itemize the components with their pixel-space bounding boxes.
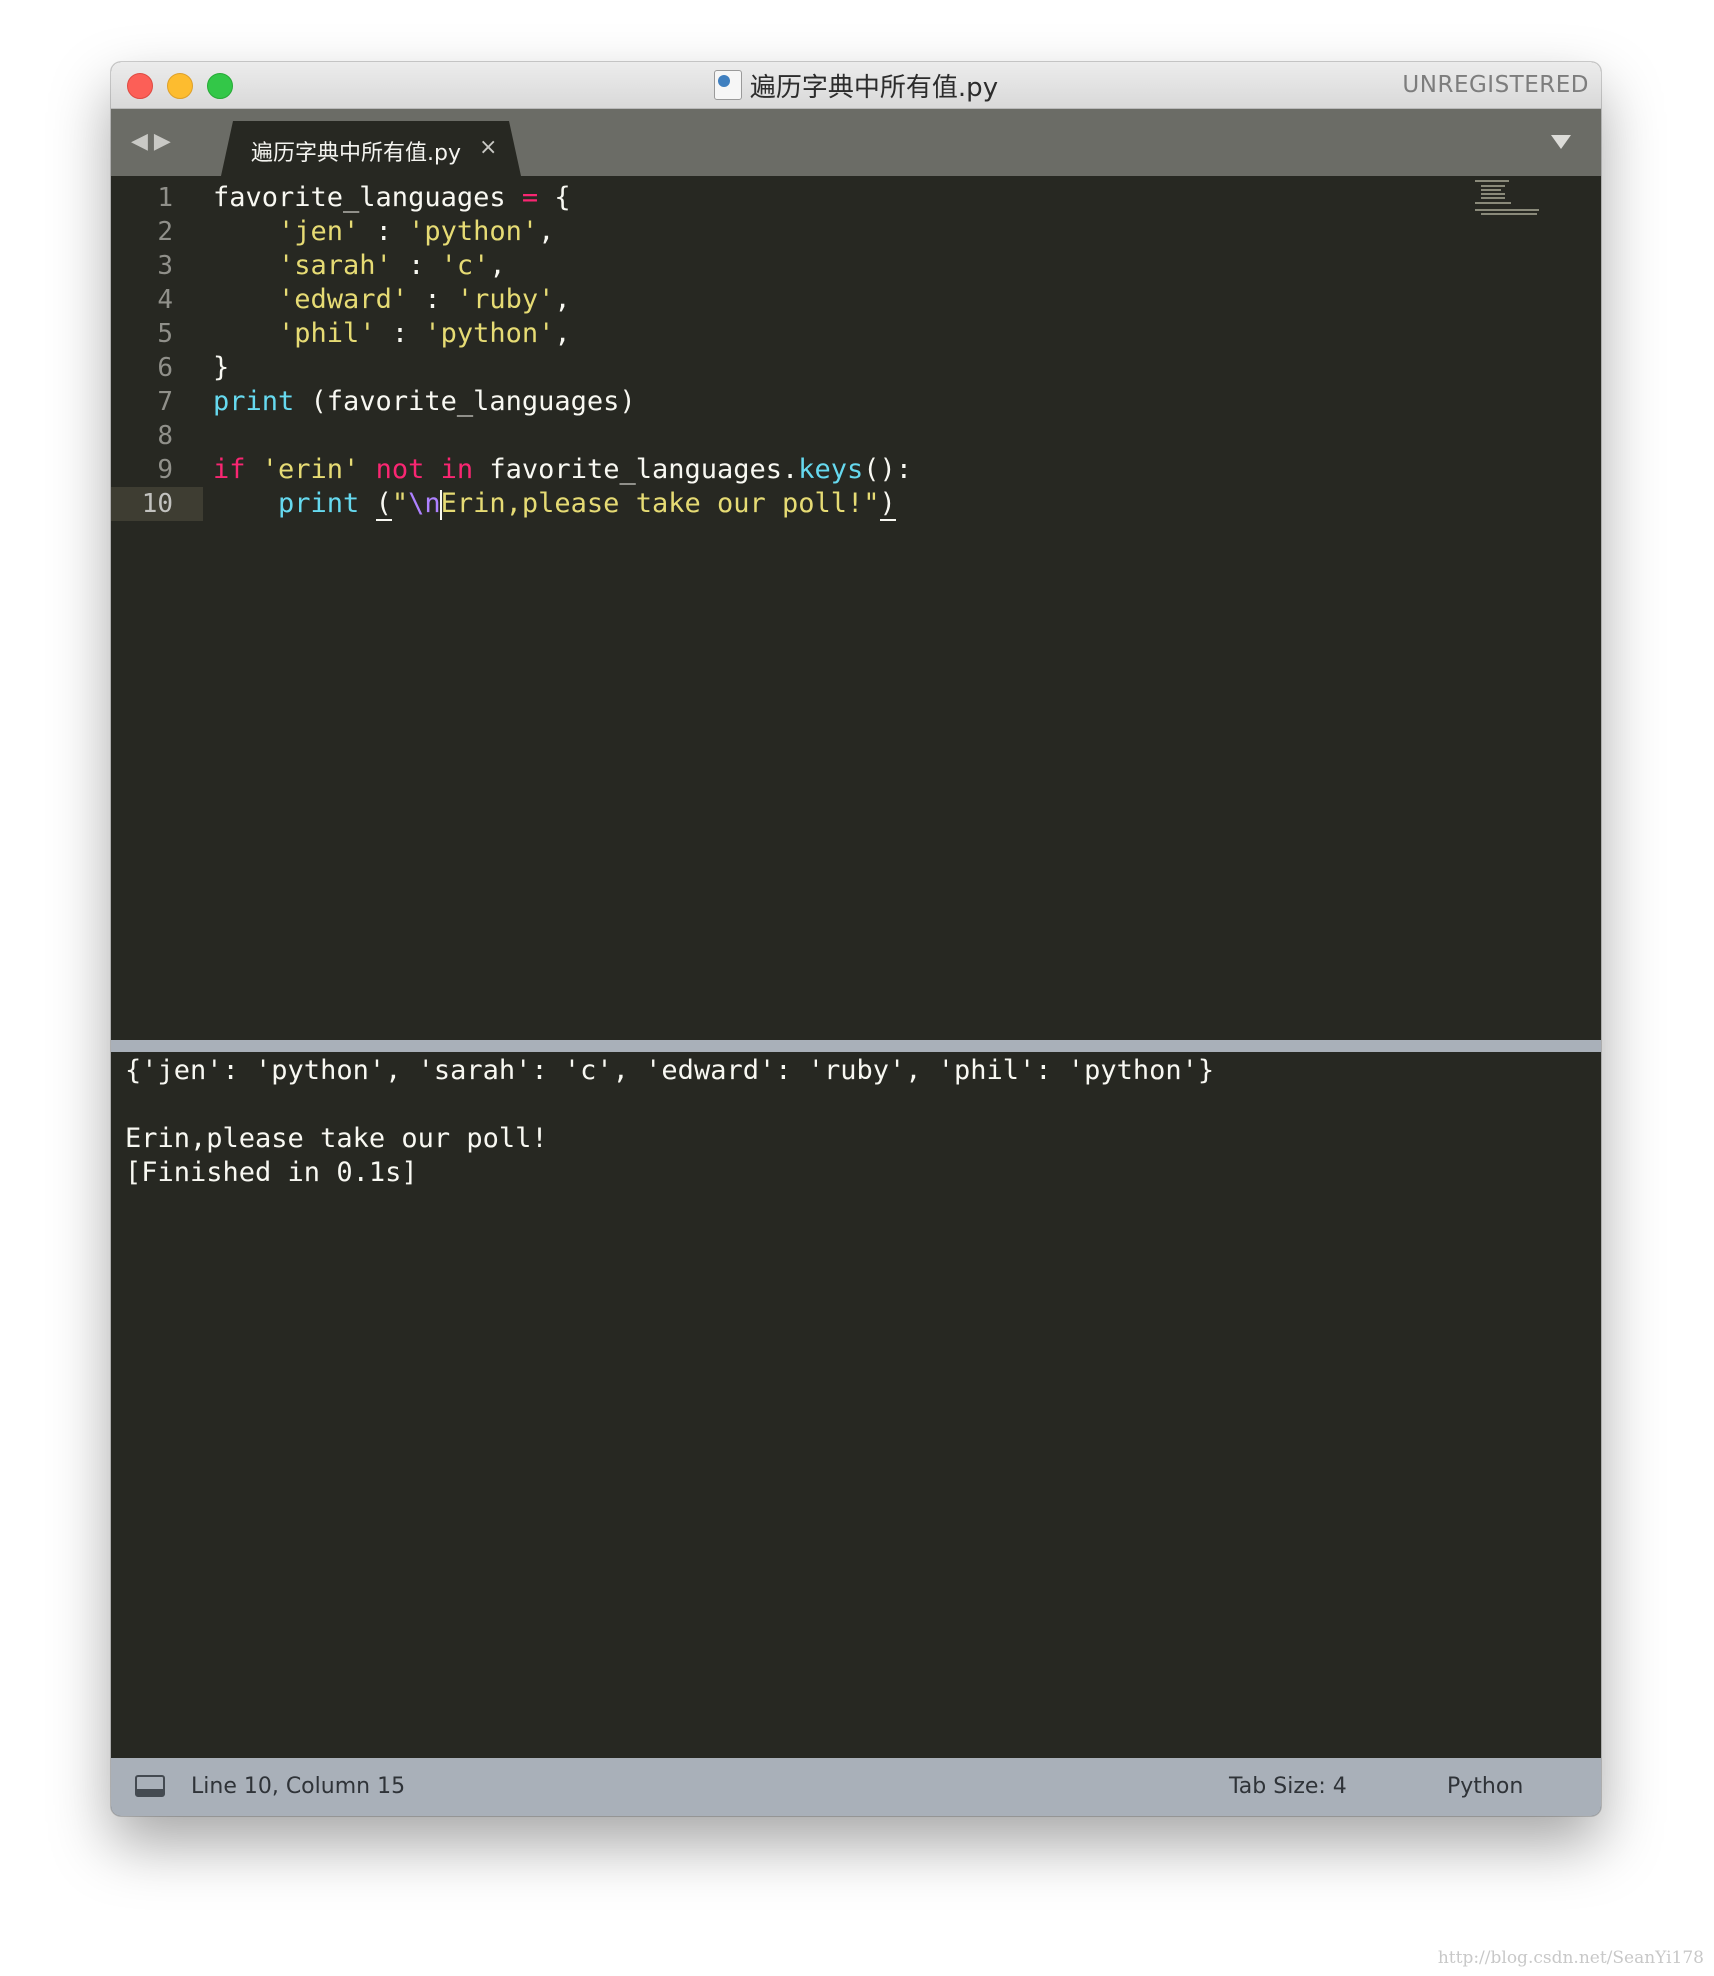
code-token: favorite_languages.: [473, 454, 799, 485]
next-tab-icon[interactable]: ▶: [154, 129, 177, 154]
code-token: not: [375, 454, 425, 485]
code-token: \n: [408, 488, 441, 519]
code-token: in: [440, 454, 474, 485]
code-token: ,: [538, 216, 555, 247]
code-line[interactable]: 'jen' : 'python',: [213, 215, 554, 249]
line-number-gutter: 1 2 3 4 5 6 7 8 9 10: [111, 176, 203, 1040]
window-title-area: 遍历字典中所有值.py: [111, 62, 1601, 108]
code-token: 'erin': [261, 454, 360, 485]
code-token: 'sarah': [278, 250, 392, 281]
window-title: 遍历字典中所有值.py: [749, 72, 999, 103]
minimap[interactable]: [1473, 178, 1539, 218]
status-bar: Line 10, Column 15 Tab Size: 4 Python: [111, 1758, 1601, 1816]
code-token: :: [408, 284, 457, 315]
code-token: :: [359, 216, 409, 247]
code-token: ,: [554, 318, 571, 349]
line-number: 7: [157, 387, 173, 417]
code-line[interactable]: }: [213, 351, 229, 385]
tab-active-file[interactable]: 遍历字典中所有值.py ×: [221, 121, 521, 176]
code-token: (favorite_languages): [294, 386, 636, 417]
code-token: favorite_languages: [213, 182, 522, 213]
code-token: (: [375, 488, 392, 521]
line-number: 6: [157, 353, 173, 383]
line-number: 2: [157, 217, 173, 247]
line-number: 5: [157, 319, 173, 349]
code-line[interactable]: print ("\nErin,please take our poll!"): [213, 487, 896, 521]
code-token: :: [375, 318, 425, 349]
code-token: if: [213, 454, 246, 485]
panel-divider[interactable]: [111, 1040, 1601, 1052]
code-token: 'c': [440, 250, 490, 281]
code-token: =: [521, 182, 539, 213]
code-token: ():: [863, 454, 913, 485]
line-number: 1: [157, 183, 173, 213]
line-number: 8: [157, 421, 173, 451]
line-number: 3: [157, 251, 173, 281]
tab-size-setting[interactable]: Tab Size: 4: [1229, 1758, 1347, 1816]
code-line[interactable]: print (favorite_languages): [213, 385, 636, 419]
tab-label: 遍历字典中所有值.py: [251, 141, 461, 166]
build-output-panel[interactable]: {'jen': 'python', 'sarah': 'c', 'edward'…: [115, 1052, 1597, 1758]
code-line[interactable]: 'phil' : 'python',: [213, 317, 571, 351]
code-token: }: [213, 352, 230, 383]
code-token: ): [879, 488, 896, 521]
line-number: 10: [111, 487, 203, 521]
code-token: 'python': [424, 318, 555, 349]
tab-list-dropdown-icon[interactable]: [1551, 135, 1571, 149]
code-line[interactable]: 'edward' : 'ruby',: [213, 283, 571, 317]
output-line: Erin,please take our poll!: [125, 1123, 548, 1154]
code-line[interactable]: favorite_languages = {: [213, 181, 571, 215]
code-line[interactable]: 'sarah' : 'c',: [213, 249, 506, 283]
code-token: :: [391, 250, 441, 281]
line-number: 9: [157, 455, 173, 485]
code-token: 'python': [408, 216, 539, 247]
tab-close-icon[interactable]: ×: [479, 135, 497, 160]
code-token: Erin,please take our poll!": [440, 488, 880, 519]
code-token: 'phil': [278, 318, 376, 349]
code-token: {: [538, 182, 571, 213]
unregistered-label: UNREGISTERED: [1402, 72, 1589, 98]
output-line: [Finished in 0.1s]: [125, 1157, 418, 1188]
code-token: ": [391, 488, 409, 519]
code-token: print: [278, 488, 360, 519]
tab-navigation: ◀▶: [131, 129, 177, 154]
code-token: keys: [798, 454, 864, 485]
show-panel-icon[interactable]: [135, 1775, 165, 1797]
code-token: ,: [554, 284, 571, 315]
python-file-icon: [713, 70, 742, 100]
code-token: ,: [489, 250, 506, 281]
cursor-position: Line 10, Column 15: [191, 1774, 406, 1799]
editor-window: 遍历字典中所有值.py UNREGISTERED ◀▶ 遍历字典中所有值.py …: [111, 62, 1601, 1816]
code-token: 'jen': [278, 216, 360, 247]
previous-tab-icon[interactable]: ◀: [131, 129, 154, 154]
title-bar: 遍历字典中所有值.py UNREGISTERED: [111, 62, 1601, 109]
code-token: 'ruby': [456, 284, 555, 315]
tab-bar: ◀▶ 遍历字典中所有值.py ×: [111, 109, 1601, 176]
code-token: print: [213, 386, 295, 417]
code-editor[interactable]: 1 2 3 4 5 6 7 8 9 10 favorite_languages = { 'jen'…: [111, 176, 1601, 1040]
code-line[interactable]: if 'erin' not in favorite_languages.keys…: [213, 453, 912, 487]
output-line: {'jen': 'python', 'sarah': 'c', 'edward'…: [125, 1055, 1215, 1086]
watermark: http://blog.csdn.net/SeanYi178: [1437, 1948, 1704, 1968]
code-token: 'edward': [278, 284, 409, 315]
syntax-setting[interactable]: Python: [1447, 1758, 1523, 1816]
line-number: 4: [157, 285, 173, 315]
